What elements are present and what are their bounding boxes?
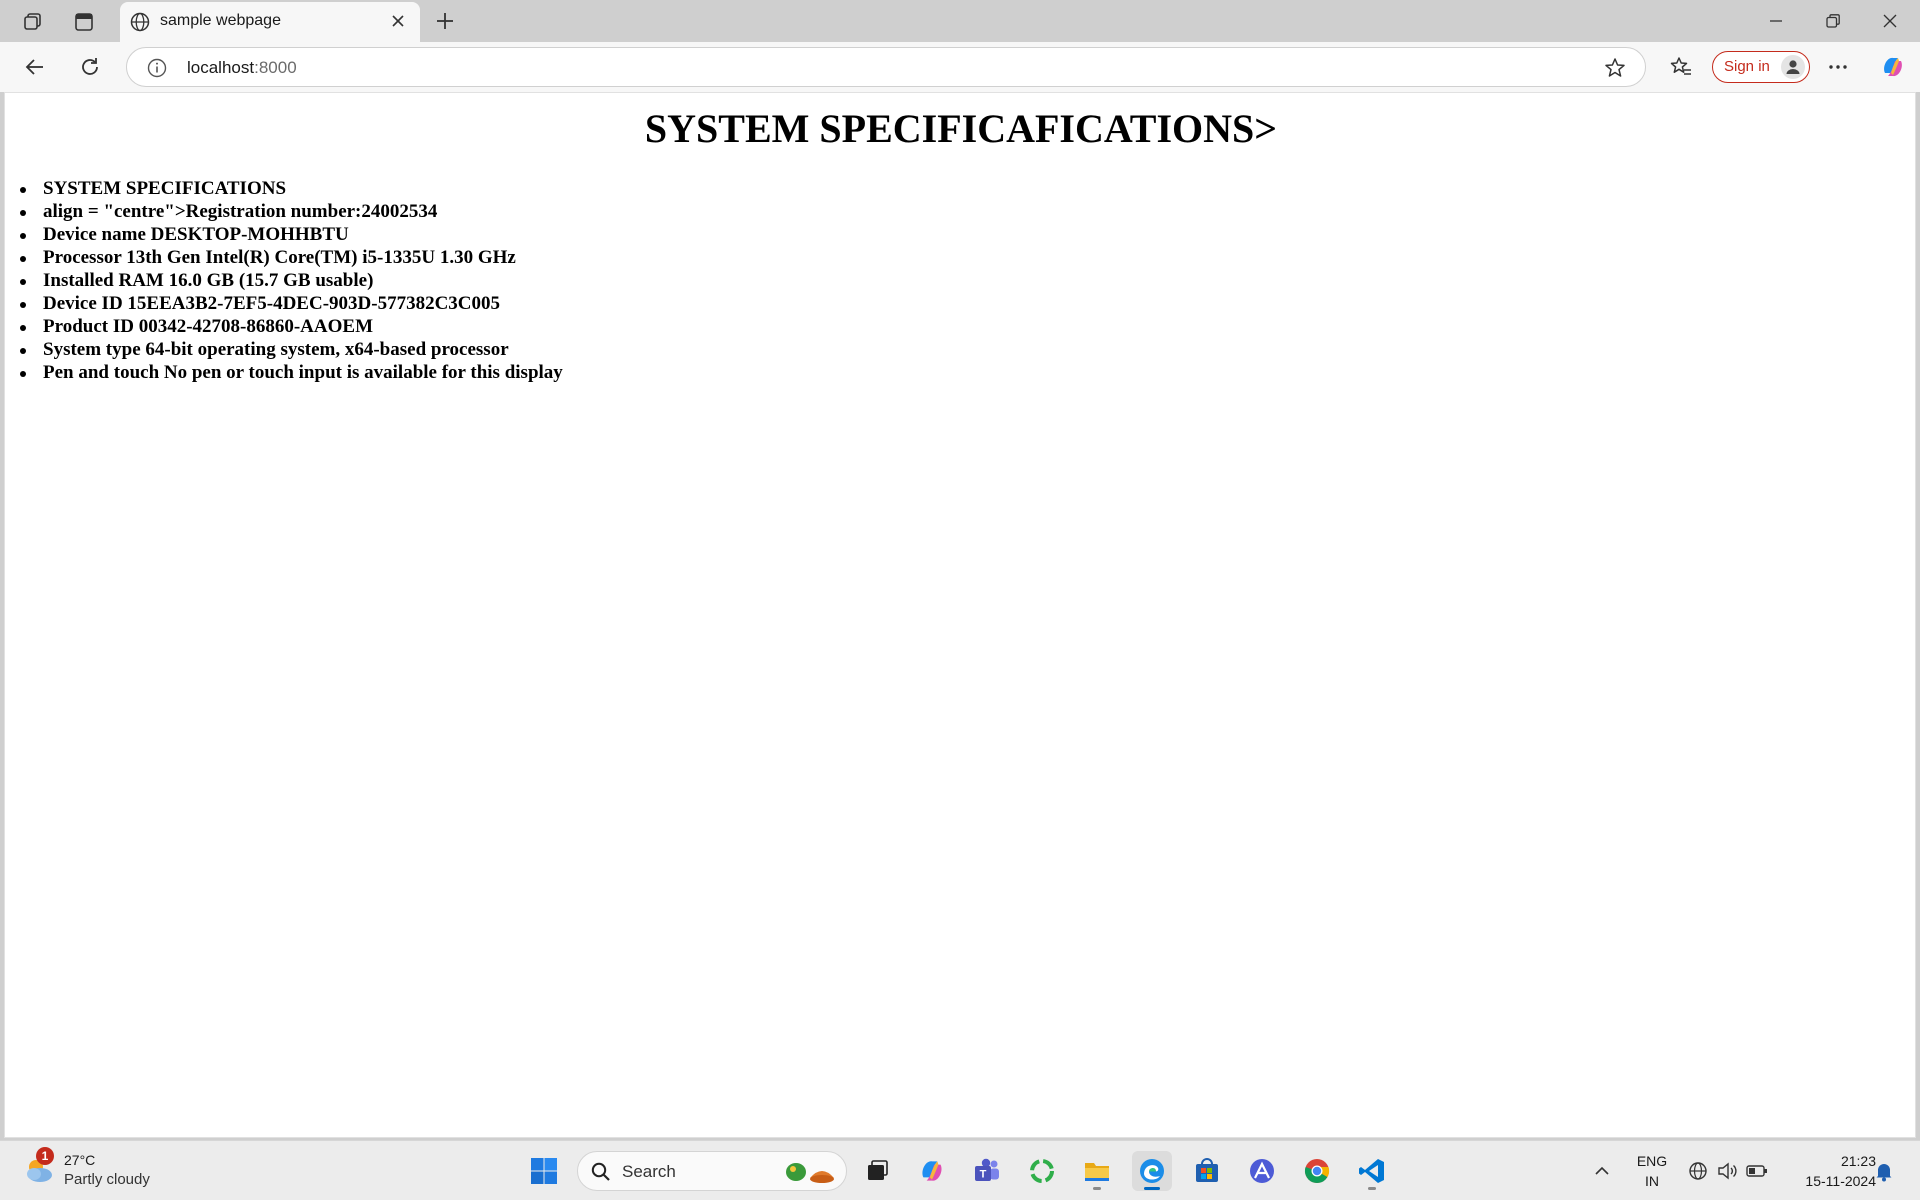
profile-avatar-icon <box>1781 55 1805 79</box>
network-globe-icon[interactable] <box>1686 1159 1710 1183</box>
list-item: Product ID 00342-42708-86860-AAOEM <box>13 315 563 338</box>
chrome-icon[interactable] <box>1297 1151 1337 1191</box>
list-item: Pen and touch No pen or touch input is a… <box>13 361 563 384</box>
language-code: ENG <box>1636 1153 1668 1169</box>
close-tab-icon[interactable] <box>386 9 410 33</box>
refresh-icon[interactable] <box>75 52 105 82</box>
notification-bell-icon[interactable] <box>1872 1159 1896 1183</box>
workspaces-icon[interactable] <box>20 9 46 35</box>
vscode-icon[interactable] <box>1352 1151 1392 1191</box>
site-info-icon[interactable] <box>145 56 169 80</box>
page-title: SYSTEM SPECIFICAFICATIONS> <box>644 106 1278 151</box>
store-icon[interactable] <box>1187 1151 1227 1191</box>
list-item: align = "centre">Registration number:240… <box>13 200 563 223</box>
new-tab-icon[interactable] <box>431 7 459 35</box>
list-item: Device ID 15EEA3B2-7EF5-4DEC-903D-577382… <box>13 292 563 315</box>
svg-text:T: T <box>980 1169 987 1181</box>
copilot-app-icon[interactable] <box>912 1151 952 1191</box>
file-explorer-icon[interactable] <box>1077 1151 1117 1191</box>
weather-widget[interactable]: 1 27°C Partly cloudy <box>22 1147 182 1193</box>
region-code: IN <box>1645 1173 1659 1189</box>
affinity-icon[interactable] <box>1242 1151 1282 1191</box>
list-item: Processor 13th Gen Intel(R) Core(TM) i5-… <box>13 246 563 269</box>
list-item: Device name DESKTOP-MOHHBTU <box>13 223 563 246</box>
weather-temperature: 27°C <box>64 1152 96 1168</box>
browser-toolbar: localhost:8000 Sign in <box>0 42 1920 92</box>
weather-condition: Partly cloudy <box>64 1171 150 1188</box>
clock-date: 15-11-2024 <box>1805 1173 1876 1189</box>
spec-list: SYSTEM SPECIFICATIONS align = "centre">R… <box>13 177 563 384</box>
url-text[interactable]: localhost:8000 <box>187 58 297 78</box>
sign-in-label: Sign in <box>1724 58 1770 75</box>
start-button[interactable] <box>524 1151 564 1191</box>
restore-icon[interactable] <box>1813 7 1853 35</box>
clock[interactable]: 21:23 15-11-2024 <box>1780 1151 1876 1191</box>
notification-badge: 1 <box>36 1147 54 1165</box>
search-icon <box>590 1161 612 1183</box>
sign-in-button[interactable]: Sign in <box>1712 51 1810 83</box>
list-item: SYSTEM SPECIFICATIONS <box>13 177 563 200</box>
show-hidden-icons-icon[interactable] <box>1590 1159 1614 1183</box>
url-host: localhost <box>187 58 255 77</box>
minimize-icon[interactable] <box>1756 7 1796 35</box>
sync-app-icon[interactable] <box>1022 1151 1062 1191</box>
volume-icon[interactable] <box>1715 1159 1739 1183</box>
url-port: :8000 <box>254 58 297 77</box>
list-item: System type 64-bit operating system, x64… <box>13 338 563 361</box>
address-bar[interactable]: localhost:8000 <box>126 47 1646 87</box>
close-window-icon[interactable] <box>1870 7 1910 35</box>
browser-tab-active[interactable]: sample webpage <box>120 2 420 42</box>
copilot-icon[interactable] <box>1878 52 1908 82</box>
list-item: Installed RAM 16.0 GB (15.7 GB usable) <box>13 269 563 292</box>
favorite-star-icon[interactable] <box>1603 56 1627 80</box>
tab-strip: sample webpage <box>0 0 1920 42</box>
more-options-icon[interactable] <box>1823 52 1853 82</box>
language-indicator[interactable]: ENG IN <box>1630 1151 1674 1191</box>
edge-icon[interactable] <box>1132 1151 1172 1191</box>
page-viewport: SYSTEM SPECIFICAFICATIONS> SYSTEM SPECIF… <box>4 92 1916 1138</box>
search-label: Search <box>622 1162 676 1181</box>
globe-icon <box>128 10 152 34</box>
teams-icon[interactable]: T <box>967 1151 1007 1191</box>
windows-logo-icon <box>531 1158 557 1184</box>
search-highlight-icon <box>778 1158 838 1186</box>
clock-time: 21:23 <box>1840 1153 1876 1169</box>
task-view-icon[interactable] <box>857 1151 897 1191</box>
battery-icon[interactable] <box>1745 1159 1769 1183</box>
vertical-tabs-icon[interactable] <box>71 9 97 35</box>
taskbar: 1 27°C Partly cloudy Search T ENG IN 21:… <box>0 1140 1920 1200</box>
back-arrow-icon[interactable] <box>20 52 50 82</box>
taskbar-search[interactable]: Search <box>577 1151 847 1191</box>
favorites-icon[interactable] <box>1666 52 1696 82</box>
tab-title: sample webpage <box>160 12 281 29</box>
